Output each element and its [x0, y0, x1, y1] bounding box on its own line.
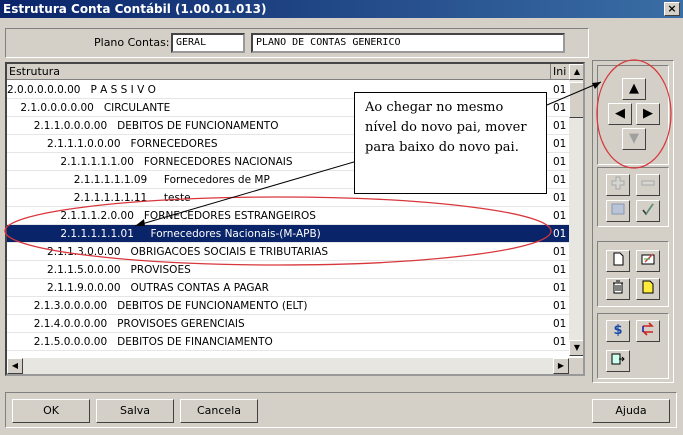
- row-ini-cell: 01: [553, 192, 567, 204]
- row-estrutura-cell: 2.1.1.9.0.0.00 OUTRAS CONTAS A PAGAR: [7, 282, 269, 294]
- row-estrutura-cell: 2.1.3.0.0.0.00 DEBITOS DE FUNCIONAMENTO …: [7, 300, 308, 312]
- annotation-callout: Ao chegar no mesmo nível do novo pai, mo…: [354, 92, 547, 194]
- scroll-up-button[interactable]: ▲: [569, 64, 583, 80]
- move-buttons-group: ▲ ◀ ▶ ▼: [597, 65, 669, 165]
- move-right-button[interactable]: ▶: [636, 103, 660, 125]
- scroll-down-button[interactable]: ▼: [569, 340, 583, 356]
- row-ini-cell: 01: [553, 228, 567, 240]
- dialog-window: Estrutura Conta Contábil (1.00.01.013) ×…: [0, 0, 683, 435]
- expand-icon[interactable]: [606, 200, 630, 222]
- tool-panel: ▲ ◀ ▶ ▼ $: [592, 60, 674, 383]
- row-ini-cell: 01: [553, 156, 567, 168]
- move-up-button[interactable]: ▲: [622, 78, 646, 100]
- grid-header: Estrutura Ini: [7, 64, 583, 80]
- column-header-ini[interactable]: Ini: [551, 64, 569, 80]
- scroll-corner: [569, 358, 583, 374]
- currency-icon[interactable]: $: [606, 320, 630, 342]
- row-estrutura-cell: 2.1.1.5.0.0.00 PROVISOES: [7, 264, 191, 276]
- table-row[interactable]: 2.1.1.1.1.1.01 Fornecedores Nacionais-(M…: [7, 225, 569, 243]
- row-ini-cell: 01: [553, 318, 567, 330]
- table-row[interactable]: 2.1.4.0.0.0.00 PROVISOES GERENCIAIS 01: [7, 315, 569, 333]
- row-estrutura-cell: 2.1.1.3.0.0.00 OBRIGACOES SOCIAIS E TRIB…: [7, 246, 329, 258]
- misc-buttons-group: $: [597, 313, 669, 379]
- row-ini-cell: 01: [553, 336, 567, 348]
- scroll-right-button[interactable]: ▶: [553, 358, 569, 374]
- move-down-button[interactable]: ▼: [622, 128, 646, 150]
- export-icon[interactable]: [606, 350, 630, 372]
- row-estrutura-cell: 2.1.4.0.0.0.00 PROVISOES GERENCIAIS: [7, 318, 245, 330]
- row-ini-cell: 01: [553, 174, 567, 186]
- table-row[interactable]: 2.1.1.1.2.0.00 FORNECEDORES ESTRANGEIROS…: [7, 207, 569, 225]
- bottom-bar: OK Salva Cancela Ajuda: [5, 392, 677, 428]
- delete-trash-icon[interactable]: [606, 278, 630, 300]
- plano-description-field[interactable]: PLANO DE CONTAS GENERICO: [251, 33, 565, 53]
- edit-buttons-group: [597, 167, 669, 227]
- row-ini-cell: 01: [553, 210, 567, 222]
- move-left-button[interactable]: ◀: [608, 103, 632, 125]
- table-row[interactable]: 2.1.5.0.0.0.00 DEBITOS DE FINANCIAMENTO 0…: [7, 333, 569, 351]
- window-title: Estrutura Conta Contábil (1.00.01.013): [3, 2, 267, 16]
- note-icon[interactable]: [636, 278, 660, 300]
- title-bar: Estrutura Conta Contábil (1.00.01.013) ×: [0, 0, 683, 18]
- vertical-scrollbar[interactable]: ▲ ▼: [569, 64, 583, 356]
- row-ini-cell: 01: [553, 282, 567, 294]
- check-icon[interactable]: [636, 200, 660, 222]
- scroll-thumb[interactable]: [569, 82, 583, 118]
- row-estrutura-cell: 2.1.1.1.2.0.00 FORNECEDORES ESTRANGEIROS: [7, 210, 316, 222]
- row-estrutura-cell: 2.1.5.0.0.0.00 DEBITOS DE FINANCIAMENTO: [7, 336, 273, 348]
- plano-code-field[interactable]: GERAL: [171, 33, 245, 53]
- table-row[interactable]: 2.1.1.5.0.0.00 PROVISOES 01: [7, 261, 569, 279]
- row-ini-cell: 01: [553, 102, 567, 114]
- add-icon[interactable]: [606, 174, 630, 196]
- scroll-left-button[interactable]: ◀: [7, 358, 23, 374]
- row-ini-cell: 01: [553, 84, 567, 96]
- row-ini-cell: 01: [553, 246, 567, 258]
- document-buttons-group: [597, 241, 669, 307]
- plano-contas-label: Plano Contas:: [94, 36, 170, 49]
- table-row[interactable]: 2.1.1.9.0.0.00 OUTRAS CONTAS A PAGAR 01: [7, 279, 569, 297]
- horizontal-scrollbar[interactable]: ◀ ▶: [7, 358, 569, 374]
- row-estrutura-cell: 2.1.1.1.1.1.01 Fornecedores Nacionais-(M…: [7, 228, 321, 240]
- table-row[interactable]: 2.1.1.3.0.0.00 OBRIGACOES SOCIAIS E TRIB…: [7, 243, 569, 261]
- edit-document-icon[interactable]: [636, 250, 660, 272]
- ok-button[interactable]: OK: [12, 399, 90, 423]
- new-document-icon[interactable]: [606, 250, 630, 272]
- table-row[interactable]: 2.1.3.0.0.0.00 DEBITOS DE FUNCIONAMENTO …: [7, 297, 569, 315]
- remove-icon[interactable]: [636, 174, 660, 196]
- help-button[interactable]: Ajuda: [592, 399, 670, 423]
- save-button[interactable]: Salva: [96, 399, 174, 423]
- close-button[interactable]: ×: [664, 2, 680, 16]
- cancel-button[interactable]: Cancela: [180, 399, 258, 423]
- row-ini-cell: 01: [553, 300, 567, 312]
- column-header-estrutura[interactable]: Estrutura: [7, 64, 551, 80]
- row-ini-cell: 01: [553, 138, 567, 150]
- transfer-arrows-icon[interactable]: [636, 320, 660, 342]
- row-ini-cell: 01: [553, 120, 567, 132]
- row-ini-cell: 01: [553, 264, 567, 276]
- plano-panel: Plano Contas: GERAL PLANO DE CONTAS GENE…: [5, 28, 589, 58]
